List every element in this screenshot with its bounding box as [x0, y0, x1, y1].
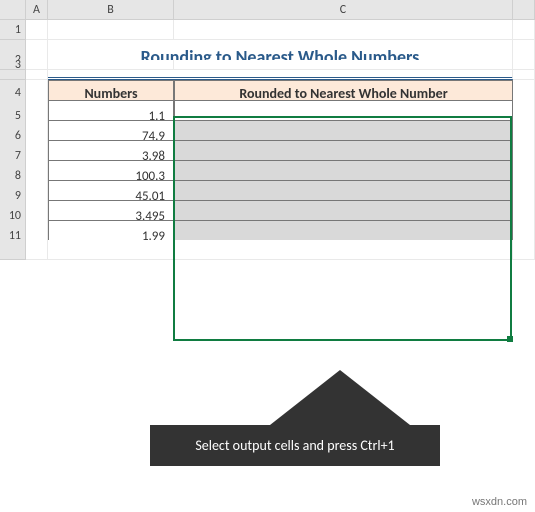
cell-a12[interactable] — [26, 240, 48, 260]
select-all-corner[interactable] — [0, 0, 26, 20]
col-header-a[interactable]: A — [26, 0, 48, 20]
spreadsheet-grid[interactable]: A B C 1 2 Rounding to Nearest Whole Numb… — [0, 0, 535, 260]
watermark: wsxdn.com — [472, 496, 527, 508]
cell-b12[interactable] — [48, 240, 174, 260]
row-header-3[interactable]: 3 — [0, 60, 26, 70]
callout-text: Select output cells and press Ctrl+1 — [150, 425, 440, 466]
cell-d1[interactable] — [513, 20, 535, 40]
row-header-12[interactable] — [0, 240, 26, 260]
callout-arrow — [270, 370, 410, 425]
cell-b3[interactable] — [48, 60, 174, 70]
cell-c12[interactable] — [174, 240, 513, 260]
callout: Select output cells and press Ctrl+1 — [150, 370, 450, 466]
cell-a1[interactable] — [26, 20, 48, 40]
col-header-blank — [513, 0, 535, 20]
col-header-b[interactable]: B — [48, 0, 174, 20]
cell-c3[interactable] — [174, 60, 513, 70]
row-header-1[interactable]: 1 — [0, 20, 26, 40]
cell-d3[interactable] — [513, 60, 535, 70]
cell-c1[interactable] — [174, 20, 513, 40]
cell-a3[interactable] — [26, 60, 48, 70]
col-header-c[interactable]: C — [174, 0, 513, 20]
cell-d12[interactable] — [513, 240, 535, 260]
cell-b1[interactable] — [48, 20, 174, 40]
fill-handle[interactable] — [507, 336, 513, 342]
